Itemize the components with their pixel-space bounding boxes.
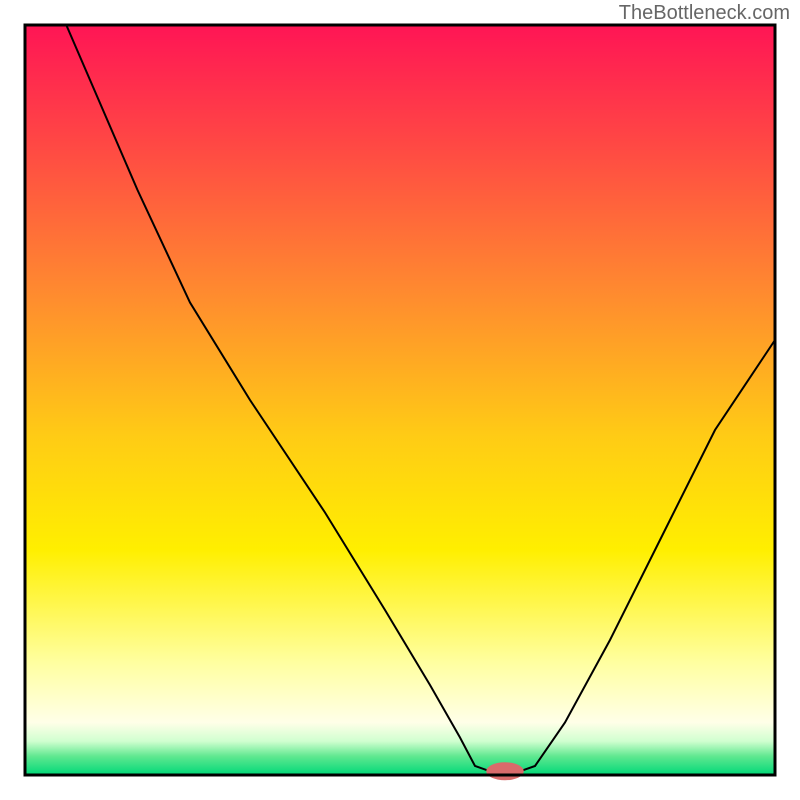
optimal-point-marker bbox=[486, 762, 524, 780]
chart-svg bbox=[0, 0, 800, 800]
bottleneck-chart: TheBottleneck.com bbox=[0, 0, 800, 800]
watermark-text: TheBottleneck.com bbox=[619, 2, 790, 25]
plot-background bbox=[25, 25, 775, 775]
